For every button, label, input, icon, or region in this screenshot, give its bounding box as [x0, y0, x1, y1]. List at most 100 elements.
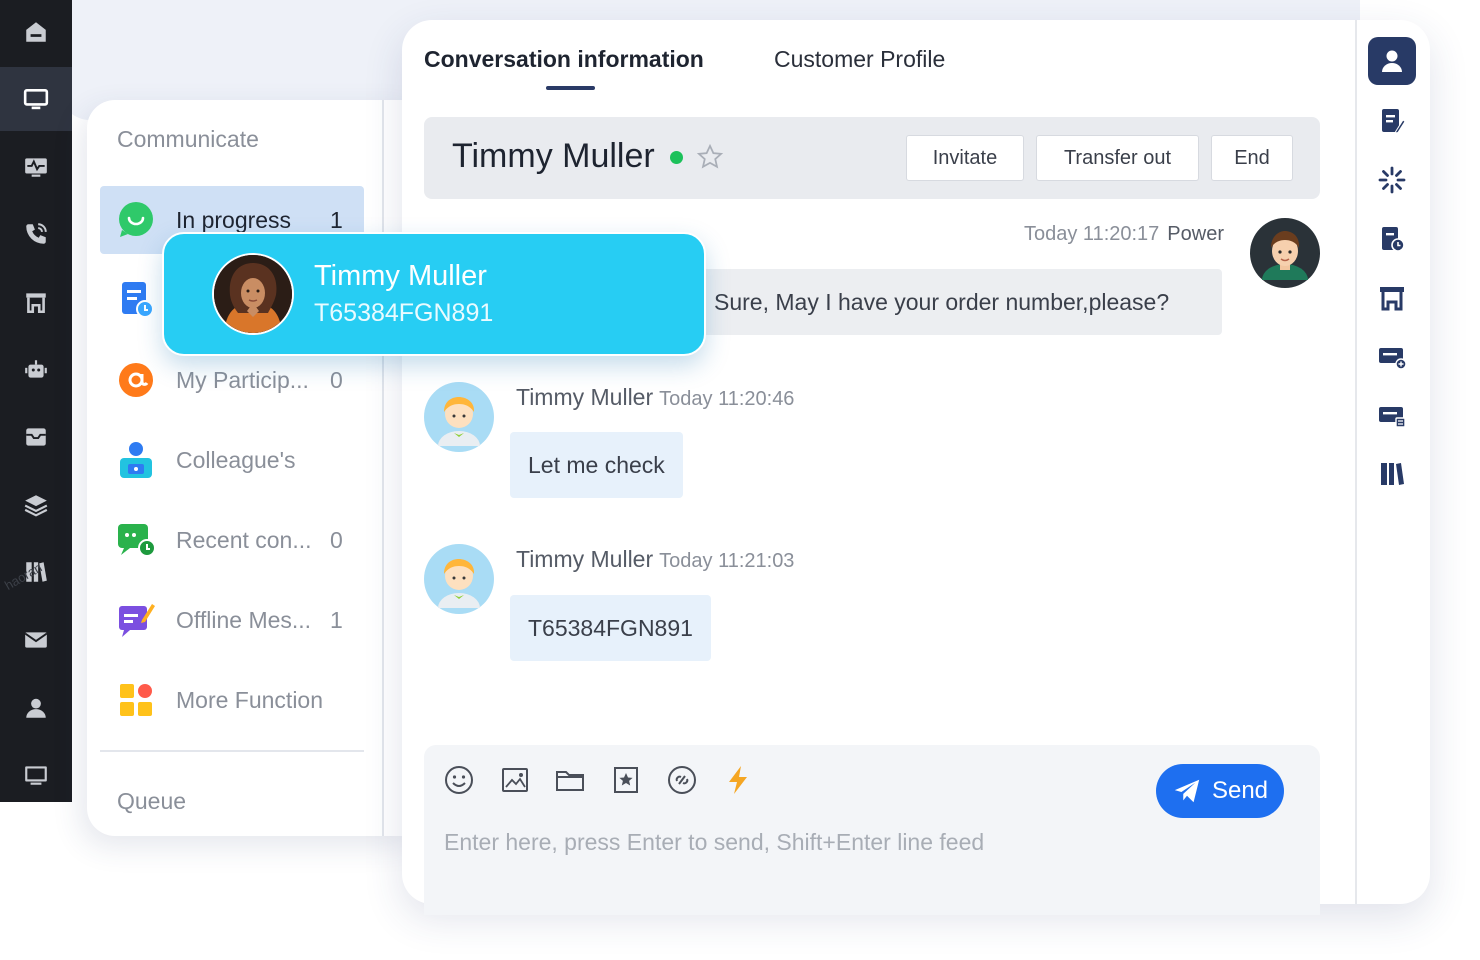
- grid-apps-icon: [116, 680, 156, 720]
- recent-chat-icon: [116, 520, 156, 560]
- customer-message-bubble: Let me check: [510, 432, 683, 498]
- rail-display[interactable]: [0, 743, 72, 807]
- send-button[interactable]: Send: [1156, 764, 1284, 818]
- rail-user[interactable]: [0, 676, 72, 740]
- link-icon: [668, 766, 696, 794]
- comm-item-recent[interactable]: Recent con... 0: [100, 506, 364, 574]
- rail-monitor[interactable]: [0, 67, 72, 131]
- display-icon: [25, 766, 47, 785]
- inbox-icon: [26, 428, 46, 446]
- message-sender: Power: [1167, 223, 1224, 245]
- monitor-icon: [23, 89, 49, 110]
- shop-icon: [26, 293, 46, 314]
- colleague-icon: [116, 440, 156, 480]
- customer-avatar: [424, 382, 494, 452]
- favorite-button[interactable]: [609, 763, 643, 797]
- rail-robot[interactable]: [0, 338, 72, 402]
- knowledge-base-icon: [1381, 463, 1404, 485]
- ticket-list-icon: [1379, 407, 1406, 428]
- layers-icon: [24, 495, 48, 517]
- comm-item-label: Offline Mes...: [176, 606, 312, 633]
- comm-item-count: 1: [330, 606, 343, 633]
- comm-item-count: 0: [330, 366, 343, 393]
- toolbar-edit-note[interactable]: [1368, 97, 1416, 145]
- customer-message-meta: Timmy Muller Today 11:21:03: [516, 546, 794, 573]
- comm-item-my-participation[interactable]: My Particip... 0: [100, 346, 364, 414]
- toolbar-divider: [1355, 20, 1357, 904]
- comm-item-label: More Function: [176, 686, 324, 713]
- comm-item-count: 1: [330, 206, 343, 233]
- customer-message-meta: Timmy Muller Today 11:20:46: [516, 384, 794, 411]
- message-text: T65384FGN891: [528, 614, 693, 641]
- tab-customer-profile[interactable]: Customer Profile: [774, 46, 945, 73]
- comm-item-offline[interactable]: Offline Mes... 1: [100, 586, 364, 654]
- quick-reply-icon: [729, 766, 747, 794]
- comm-item-colleagues[interactable]: Colleague's: [100, 426, 364, 494]
- send-label: Send: [1211, 777, 1269, 804]
- message-text: Let me check: [528, 451, 665, 478]
- rail-activity[interactable]: [0, 135, 72, 199]
- toolbar-store[interactable]: [1368, 274, 1416, 322]
- home-icon: [26, 22, 46, 42]
- user-icon: [26, 698, 46, 718]
- queue-title[interactable]: Queue: [117, 788, 186, 815]
- quick-reply-button[interactable]: [721, 763, 755, 797]
- transfer-out-button[interactable]: Transfer out: [1036, 135, 1199, 181]
- agent-message-meta: Today 11:20:17 Power: [1024, 223, 1224, 246]
- image-button[interactable]: [498, 763, 532, 797]
- emoji-button[interactable]: [442, 763, 476, 797]
- rail-home[interactable]: [0, 0, 72, 64]
- left-navigation-rail: haoran: [0, 0, 72, 802]
- contact-id: T65384FGN891: [314, 299, 494, 327]
- message-time: Today 11:21:03: [659, 550, 795, 572]
- online-status-dot: [670, 151, 683, 164]
- rail-layers[interactable]: [0, 473, 72, 537]
- comm-item-label: In progress: [176, 206, 292, 233]
- communicate-panel: Communicate In progress 1 My Particip...…: [87, 100, 417, 836]
- ticket-add-icon: [1379, 348, 1407, 370]
- panel-divider: [382, 100, 384, 836]
- conversation-header: Timmy Muller Invitate Transfer out End: [424, 117, 1320, 199]
- contact-name: Timmy Muller: [314, 260, 487, 292]
- toolbar-order-history[interactable]: [1368, 215, 1416, 263]
- toolbar-ticket-add[interactable]: [1368, 333, 1416, 381]
- star-icon[interactable]: [696, 143, 724, 171]
- agent-message-bubble: Sure, May I have your order number,pleas…: [694, 269, 1222, 335]
- comm-item-more-function[interactable]: More Function: [100, 666, 364, 734]
- send-icon: [1174, 779, 1200, 803]
- emoji-icon: [445, 766, 473, 794]
- message-composer: Send: [424, 745, 1320, 915]
- toolbar-ticket-list[interactable]: [1368, 392, 1416, 440]
- toolbar-loading[interactable]: [1368, 156, 1416, 204]
- image-icon: [502, 768, 528, 792]
- rail-shop[interactable]: [0, 270, 72, 334]
- link-button[interactable]: [665, 763, 699, 797]
- toolbar-knowledge-base[interactable]: [1368, 450, 1416, 498]
- invitate-button[interactable]: Invitate: [906, 135, 1024, 181]
- customer-message-bubble: T65384FGN891: [510, 595, 711, 661]
- phone-icon: [26, 223, 47, 244]
- toolbar-customer-profile[interactable]: [1368, 37, 1416, 85]
- favorite-icon: [614, 767, 638, 793]
- contact-popup-card[interactable]: Timmy Muller T65384FGN891: [162, 232, 706, 356]
- rail-inbox[interactable]: [0, 405, 72, 469]
- rail-phone[interactable]: [0, 202, 72, 266]
- conversation-panel: Conversation information Customer Profil…: [402, 20, 1430, 915]
- edit-note-icon: [1382, 109, 1406, 134]
- message-input[interactable]: [444, 825, 1284, 859]
- contact-info: Timmy Muller T65384FGN891: [314, 260, 493, 328]
- communicate-divider: [100, 750, 364, 752]
- at-sign-icon: [116, 360, 156, 400]
- message-text: Sure, May I have your order number,pleas…: [714, 288, 1170, 315]
- customer-name: Timmy Muller: [452, 137, 655, 175]
- chat-bubble-icon: [116, 200, 156, 240]
- offline-message-icon: [116, 600, 156, 640]
- message-sender: Timmy Muller: [516, 546, 654, 572]
- rail-mail[interactable]: [0, 608, 72, 672]
- tab-conversation-information[interactable]: Conversation information: [424, 46, 704, 73]
- store-icon: [1380, 287, 1404, 311]
- folder-button[interactable]: [553, 763, 587, 797]
- comm-item-label: My Particip...: [176, 366, 309, 393]
- end-button[interactable]: End: [1211, 135, 1293, 181]
- mail-icon: [24, 632, 48, 648]
